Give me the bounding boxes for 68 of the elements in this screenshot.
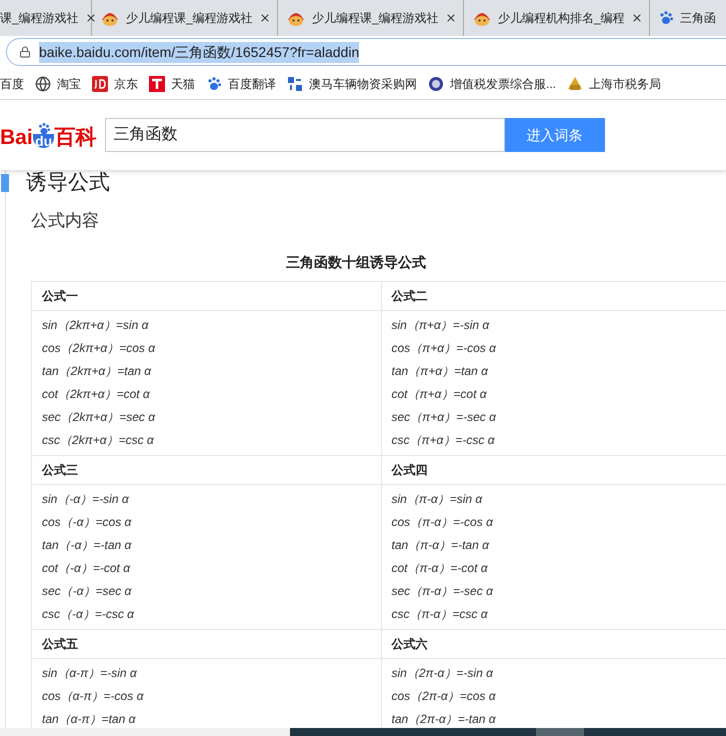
bookmark[interactable]: 淘宝 xyxy=(57,74,81,92)
formula-text: sin（π+α）=-sin α xyxy=(392,316,490,334)
search-field[interactable]: 三角函数 xyxy=(104,118,505,152)
browser-tab[interactable]: 少儿编程课_编程游戏社 xyxy=(126,9,253,27)
globe-icon xyxy=(35,76,51,92)
paw-icon xyxy=(206,76,222,92)
lock-icon xyxy=(19,46,31,58)
formula-text: tan（2kπ+α）=tan α xyxy=(42,362,152,380)
formula-text: csc（-α）=-csc α xyxy=(42,606,136,622)
bookmark[interactable]: 澳马车辆物资采购网 xyxy=(309,74,417,92)
formula-text: sin（2π-α）=-sin α xyxy=(392,664,494,682)
paw-icon xyxy=(658,10,674,26)
bookmark[interactable]: 百度翻译 xyxy=(228,74,276,92)
formula-text: csc（2kπ+α）=csc α xyxy=(42,432,155,448)
close-icon[interactable] xyxy=(258,12,271,24)
scrollbar-thumb[interactable] xyxy=(536,728,584,736)
browser-tab[interactable]: 少儿编程课_编程游戏社 xyxy=(312,9,439,27)
browser-tab[interactable]: 三角函 xyxy=(680,9,726,27)
address-bar[interactable]: baike.baidu.com/item/三角函数/1652457?fr=aladdin xyxy=(6,38,726,66)
formula-text: tan（π+α）=tan α xyxy=(392,362,490,380)
formula-text: cot（2kπ+α）=cot α xyxy=(42,386,151,402)
bookmark[interactable]: 天猫 xyxy=(171,74,195,92)
formula-text: cos（π-α）=-cos α xyxy=(392,514,494,530)
emblem-icon xyxy=(567,76,584,92)
formula-text: cot（π-α）=-cot α xyxy=(392,560,489,576)
formula-text: sec（-α）=sec α xyxy=(42,582,132,600)
formula-text: cos（2kπ+α）=cos α xyxy=(42,340,156,356)
formula-text: tan（2π-α）=-tan α xyxy=(392,710,497,728)
table-header-cell: 公式三 xyxy=(32,455,381,484)
close-icon[interactable] xyxy=(444,12,457,24)
formula-text: cos（2π-α）=cos α xyxy=(392,688,497,704)
formula-text: sin（α-π）=-sin α xyxy=(42,664,138,682)
formula-text: sec（2kπ+α）=sec α xyxy=(42,408,156,426)
formula-text: cos（α-π）=-cos α xyxy=(42,688,145,704)
browser-tab[interactable]: 课_编程游戏社 xyxy=(0,9,79,27)
bookmark[interactable]: 百度 xyxy=(0,74,24,92)
bookmark[interactable]: 增值税发票综合服... xyxy=(450,74,556,92)
table-header-cell: 公式一 xyxy=(32,281,381,310)
baike-logo[interactable]: Bai du 百科 xyxy=(0,122,97,148)
url-text: baike.baidu.com/item/三角函数/1652457?fr=aladdin xyxy=(39,42,360,62)
formula-text: sin（π-α）=sin α xyxy=(392,490,484,508)
formula-text: sec（π-α）=-sec α xyxy=(392,582,494,600)
close-icon[interactable] xyxy=(84,12,97,24)
section-marker xyxy=(1,174,9,192)
disc-icon xyxy=(428,76,444,92)
bookmark[interactable]: 京东 xyxy=(114,74,138,92)
formula-text: tan（π-α）=-tan α xyxy=(392,536,490,554)
formula-text: tan（α-π）=tan α xyxy=(42,710,137,728)
table-header-cell: 公式二 xyxy=(381,281,726,310)
formula-text: cos（-α）=cos α xyxy=(42,514,132,530)
formula-text: csc（π+α）=-csc α xyxy=(392,432,496,448)
formula-text: sin（2kπ+α）=sin α xyxy=(42,316,150,334)
formula-text: cos（π+α）=-cos α xyxy=(392,340,498,356)
formula-text: sin（-α）=-sin α xyxy=(42,490,130,508)
formula-text: cot（-α）=-cot α xyxy=(42,560,132,576)
jd-logo-icon xyxy=(92,76,108,92)
subtitle: 公式内容 xyxy=(31,210,100,232)
formula-text: cot（π+α）=cot α xyxy=(392,386,488,402)
formula-text: tan（-α）=-tan α xyxy=(42,536,132,554)
bookmark[interactable]: 上海市税务局 xyxy=(589,74,662,92)
tmall-logo-icon xyxy=(149,76,165,92)
table-title: 三角函数十组诱导公式 xyxy=(285,252,427,272)
close-icon[interactable] xyxy=(630,12,643,24)
browser-tab[interactable]: 少儿编程机构排名_编程 xyxy=(498,9,625,27)
table-header-cell: 公式五 xyxy=(32,629,381,658)
formula-text: sec（π+α）=-sec α xyxy=(392,408,498,426)
section-title: 诱导公式 xyxy=(26,170,110,196)
formula-text: csc（π-α）=csc α xyxy=(392,606,489,622)
